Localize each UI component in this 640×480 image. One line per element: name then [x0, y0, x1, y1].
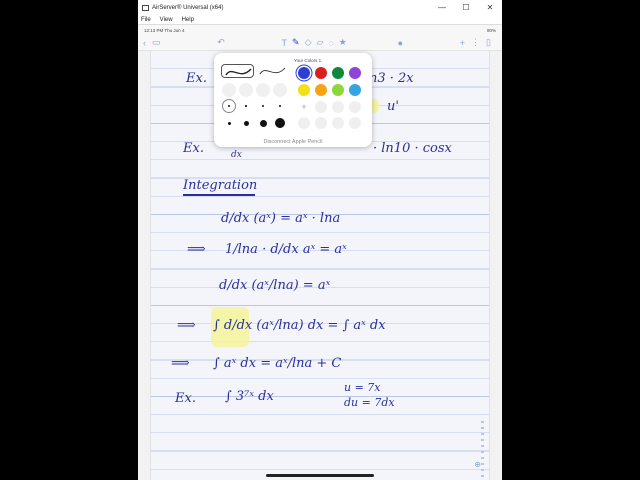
- eraser-icon[interactable]: ◇: [305, 37, 312, 48]
- thickness-option-8[interactable]: [273, 116, 287, 130]
- ex2-rest: · ln10 · cosx: [373, 141, 452, 156]
- line-3: d/dx (aˣ/lna) = aˣ: [219, 278, 331, 293]
- thickness-option-7[interactable]: [256, 116, 270, 130]
- add-page-icon[interactable]: +: [460, 38, 465, 48]
- your-colors-caption: Your Colors 1: [294, 58, 322, 63]
- notes-toolbar: ‹ ▭ ↶ T ✎ ◇ ▱ ◌ ★ ● + ⋮ ▯: [138, 35, 502, 51]
- color-swatch-empty-2[interactable]: [332, 101, 344, 113]
- undo-icon[interactable]: ↶: [217, 37, 225, 48]
- color-swatch-empty-7[interactable]: [349, 117, 361, 129]
- more-icon[interactable]: ⋮: [471, 37, 480, 48]
- arrow-2: ⟹: [187, 242, 206, 257]
- thickness-row1-3[interactable]: [256, 83, 270, 97]
- thickness-option-5[interactable]: [222, 116, 236, 130]
- substitution-u: u = 7x: [344, 381, 381, 394]
- status-time: 12:13 PM Thu Jun 4: [144, 27, 185, 33]
- line-5: ∫ aˣ dx = aˣ/lna + C: [213, 356, 342, 371]
- ex1-rest: n3 · 2x: [369, 71, 414, 86]
- status-battery: 80%: [486, 27, 496, 33]
- menu-file[interactable]: File: [141, 17, 151, 23]
- back-chevron-icon[interactable]: ‹: [143, 38, 146, 48]
- airserver-icon: [142, 4, 149, 11]
- color-swatch-blue[interactable]: [298, 67, 310, 79]
- close-button[interactable]: ✕: [478, 3, 502, 12]
- color-swatch-cyan[interactable]: [349, 84, 361, 96]
- color-swatch-lime[interactable]: [332, 84, 344, 96]
- color-swatch-empty-5[interactable]: [315, 117, 327, 129]
- pen-style-ball[interactable]: [256, 64, 289, 78]
- ex2-small: dx: [231, 150, 242, 160]
- lasso-icon[interactable]: ◌: [328, 38, 333, 48]
- minimize-button[interactable]: —: [430, 3, 454, 12]
- pen-options-popover: Your Colors 1 + Disconnect Apple Pencil: [214, 53, 372, 147]
- title-bar: AirServer® Universal (x64) — ☐ ✕: [138, 0, 502, 15]
- arrow-5: ⟹: [171, 356, 190, 371]
- ex1b-rest: u': [387, 99, 399, 114]
- line-2: 1/lna · d/dx aˣ = aˣ: [225, 242, 347, 257]
- menu-view[interactable]: View: [160, 17, 173, 23]
- pen-style-fountain[interactable]: [221, 64, 254, 78]
- integration-heading: Integration: [183, 178, 258, 193]
- disconnect-pencil-link[interactable]: Disconnect Apple Pencil: [214, 139, 372, 145]
- pen-tool-icon[interactable]: ✎: [292, 37, 300, 48]
- home-indicator[interactable]: [266, 474, 374, 477]
- thickness-option-selected[interactable]: [222, 99, 236, 113]
- color-swatch-green[interactable]: [332, 67, 344, 79]
- thickness-row1-4[interactable]: [273, 83, 287, 97]
- menu-bar: File View Help: [138, 15, 502, 25]
- tool-group: T ✎ ◇ ▱ ◌ ★: [282, 37, 347, 48]
- thickness-row1-1[interactable]: [222, 83, 236, 97]
- scroll-indicator[interactable]: [481, 421, 484, 480]
- maximize-button[interactable]: ☐: [454, 3, 478, 12]
- heading-underline: [183, 194, 255, 196]
- window-title: AirServer® Universal (x64): [152, 4, 224, 11]
- zoom-icon[interactable]: ⊕: [474, 460, 481, 469]
- arrow-4: ⟹: [177, 318, 196, 333]
- line-1: d/dx (aˣ) = aˣ · lna: [221, 211, 341, 226]
- color-swatch-yellow[interactable]: [298, 84, 310, 96]
- color-swatch-empty-3[interactable]: [349, 101, 361, 113]
- thickness-option-3[interactable]: [256, 99, 270, 113]
- line-4: ∫ d/dx (aˣ/lna) dx = ∫ aˣ dx: [213, 318, 386, 333]
- highlighter-icon[interactable]: ▱: [317, 37, 324, 48]
- ex3-label: Ex.: [175, 391, 196, 406]
- add-color-button[interactable]: +: [298, 101, 310, 113]
- ex2-label: Ex.: [183, 141, 204, 156]
- ex1-label: Ex.: [186, 71, 207, 86]
- microphone-icon[interactable]: ●: [398, 38, 403, 48]
- ipad-status-bar: 12:13 PM Thu Jun 4 80%: [138, 25, 502, 35]
- airserver-window: AirServer® Universal (x64) — ☐ ✕ File Vi…: [138, 0, 502, 480]
- thickness-option-2[interactable]: [239, 99, 253, 113]
- ball-stroke-icon: [259, 67, 286, 75]
- color-swatch-empty-6[interactable]: [332, 117, 344, 129]
- color-swatch-purple[interactable]: [349, 67, 361, 79]
- color-swatch-empty-1[interactable]: [315, 101, 327, 113]
- documents-icon[interactable]: ▭: [152, 37, 161, 48]
- thickness-row1-2[interactable]: [239, 83, 253, 97]
- page-view-icon[interactable]: ▯: [486, 37, 491, 48]
- color-swatch-empty-4[interactable]: [298, 117, 310, 129]
- text-tool-icon[interactable]: T: [282, 38, 288, 48]
- menu-help[interactable]: Help: [182, 17, 194, 23]
- color-swatch-orange[interactable]: [315, 84, 327, 96]
- fountain-stroke-icon: [225, 68, 252, 76]
- thickness-option-6[interactable]: [239, 116, 253, 130]
- shapes-icon[interactable]: ★: [339, 37, 347, 48]
- ex3-integral: ∫ 3⁷ˣ dx: [225, 389, 274, 404]
- thickness-option-4[interactable]: [273, 99, 287, 113]
- color-swatch-red[interactable]: [315, 67, 327, 79]
- substitution-du: du = 7dx: [344, 396, 395, 409]
